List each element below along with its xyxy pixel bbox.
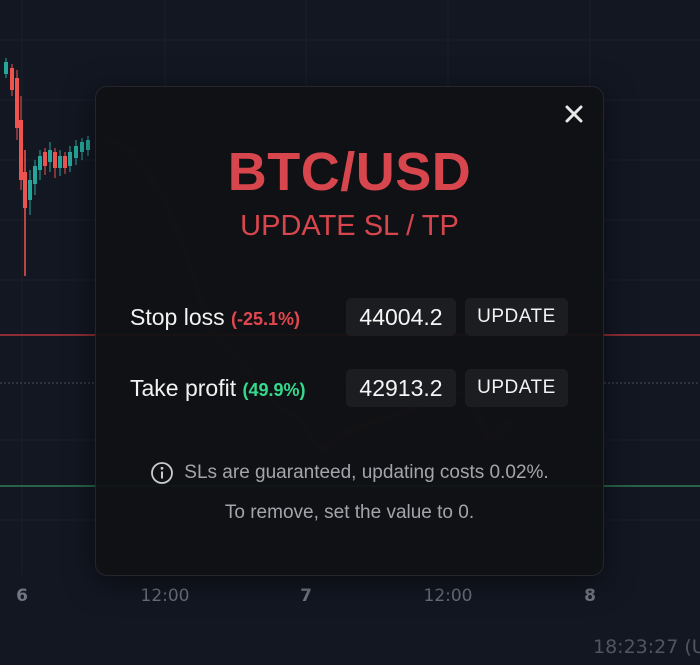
x-axis-label: 8 (584, 586, 596, 606)
server-clock: 18:23:27 (U (593, 636, 700, 658)
close-icon (565, 105, 583, 123)
info-text-remove: To remove, set the value to 0. (224, 502, 475, 523)
x-axis-label: 6 (16, 586, 28, 606)
stop-loss-text: Stop loss (130, 304, 225, 330)
stop-loss-row: Stop loss (-25.1%) UPDATE (130, 298, 570, 338)
close-button[interactable] (562, 102, 586, 126)
info-icon (150, 461, 174, 485)
info-note: SLs are guaranteed, updating costs 0.02%… (96, 461, 603, 485)
stop-loss-input[interactable] (346, 298, 456, 336)
pair-title: BTC/USD (227, 142, 472, 202)
take-profit-text: Take profit (130, 375, 237, 401)
stop-loss-update-button[interactable]: UPDATE (465, 298, 568, 336)
take-profit-percent: (49.9%) (242, 380, 306, 400)
candles (4, 58, 90, 276)
stop-loss-percent: (-25.1%) (231, 309, 301, 329)
update-sl-tp-modal: BTC/USD UPDATE SL / TP Stop loss (-25.1%… (95, 86, 604, 576)
take-profit-input[interactable] (346, 369, 456, 407)
x-axis-label: 12:00 (140, 586, 190, 606)
info-text-guaranteed: SLs are guaranteed, updating costs 0.02%… (184, 462, 549, 483)
take-profit-update-button[interactable]: UPDATE (465, 369, 568, 407)
take-profit-label: Take profit (49.9%) (130, 375, 306, 402)
x-axis-label: 7 (300, 586, 312, 606)
stop-loss-label: Stop loss (-25.1%) (130, 304, 300, 331)
take-profit-row: Take profit (49.9%) UPDATE (130, 369, 570, 409)
x-axis-label: 12:00 (423, 586, 473, 606)
modal-subtitle: UPDATE SL / TP (240, 210, 459, 242)
